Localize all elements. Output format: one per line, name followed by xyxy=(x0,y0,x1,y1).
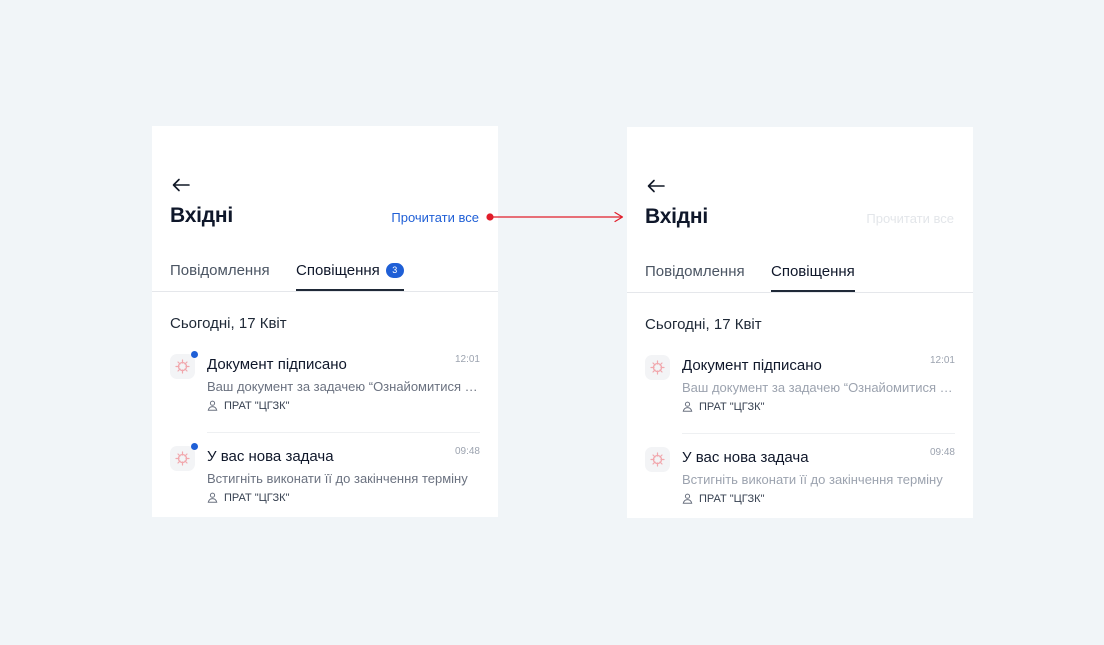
tab-notifications[interactable]: Сповіщення xyxy=(771,263,855,292)
inbox-after-state: Вхідні Прочитати все Повідомлення Сповіщ… xyxy=(627,127,973,518)
doc-logo-icon xyxy=(170,354,195,379)
org-name: ПРАТ "ЦГЗК" xyxy=(224,400,290,412)
page-title: Вхідні xyxy=(170,204,234,227)
person-icon xyxy=(207,492,218,503)
notification-org: ПРАТ "ЦГЗК" xyxy=(682,493,764,505)
notification-body: Встигніть виконати її до закінчення терм… xyxy=(682,472,943,487)
org-name: ПРАТ "ЦГЗК" xyxy=(699,493,765,505)
notification-title: Документ підписано xyxy=(682,357,822,374)
page-title: Вхідні xyxy=(645,205,709,228)
notification-org: ПРАТ "ЦГЗК" xyxy=(207,400,289,412)
tab-messages-label: Повідомлення xyxy=(170,262,270,279)
tab-bar: Повідомлення Сповіщення xyxy=(627,253,973,293)
divider xyxy=(682,433,955,434)
notification-item[interactable]: Документ підписано 12:01 Ваш документ за… xyxy=(645,355,955,425)
notification-title: Документ підписано xyxy=(207,356,347,373)
notification-time: 12:01 xyxy=(454,354,480,365)
unread-count-badge: 3 xyxy=(385,263,404,278)
notification-item[interactable]: У вас нова задача 09:48 Встигніть викона… xyxy=(170,443,480,516)
tab-notifications-label: Сповіщення xyxy=(296,262,380,279)
date-header: Сьогодні, 17 Квіт xyxy=(645,316,762,333)
notification-title: У вас нова задача xyxy=(207,448,334,465)
inbox-before-state: Вхідні Прочитати все Повідомлення Сповіщ… xyxy=(152,126,498,517)
doc-logo-icon xyxy=(170,446,195,471)
notification-body: Ваш документ за задачею “Ознайомитися з … xyxy=(682,380,955,395)
org-name: ПРАТ "ЦГЗК" xyxy=(699,401,765,413)
notification-body: Встигніть виконати її до закінчення терм… xyxy=(207,471,468,486)
tab-messages-label: Повідомлення xyxy=(645,263,745,280)
divider xyxy=(207,432,480,433)
notification-body: Ваш документ за задачею “Ознайомитися з … xyxy=(207,379,480,394)
notification-title: У вас нова задача xyxy=(682,449,809,466)
person-icon xyxy=(682,401,693,412)
tab-bar: Повідомлення Сповіщення 3 xyxy=(152,252,498,292)
tab-notifications[interactable]: Сповіщення 3 xyxy=(296,262,404,291)
notification-item[interactable]: Документ підписано 12:01 Ваш документ за… xyxy=(170,351,480,424)
tab-messages[interactable]: Повідомлення xyxy=(645,263,745,291)
read-all-button[interactable]: Прочитати все xyxy=(391,210,479,225)
date-header: Сьогодні, 17 Квіт xyxy=(170,315,287,332)
person-icon xyxy=(207,400,218,411)
doc-logo-icon xyxy=(645,355,670,380)
tab-notifications-label: Сповіщення xyxy=(771,263,855,280)
unread-dot xyxy=(191,351,198,358)
notification-time: 09:48 xyxy=(929,447,955,458)
notification-time: 12:01 xyxy=(929,355,955,366)
notification-item[interactable]: У вас нова задача 09:48 Встигніть викона… xyxy=(645,447,955,517)
person-icon xyxy=(682,493,693,504)
notification-time: 09:48 xyxy=(454,446,480,457)
read-all-button-disabled: Прочитати все xyxy=(866,211,954,226)
tab-messages[interactable]: Повідомлення xyxy=(170,262,270,290)
notification-org: ПРАТ "ЦГЗК" xyxy=(682,401,764,413)
transition-arrow-icon xyxy=(486,211,624,223)
org-name: ПРАТ "ЦГЗК" xyxy=(224,492,290,504)
arrow-left-icon[interactable] xyxy=(645,175,667,197)
unread-dot xyxy=(191,443,198,450)
notification-org: ПРАТ "ЦГЗК" xyxy=(207,492,289,504)
arrow-left-icon[interactable] xyxy=(170,174,192,196)
doc-logo-icon xyxy=(645,447,670,472)
